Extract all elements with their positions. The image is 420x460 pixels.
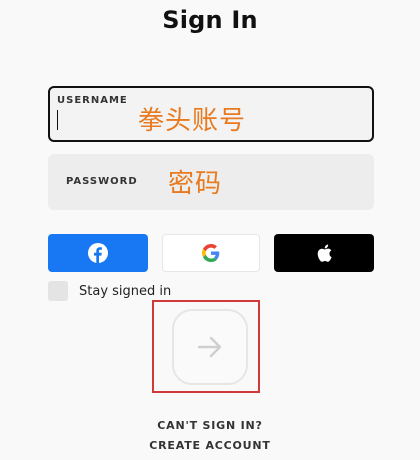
sign-in-submit-button[interactable] — [172, 309, 248, 385]
username-label: USERNAME — [57, 95, 128, 106]
page-title: Sign In — [162, 6, 258, 34]
text-caret — [57, 110, 58, 130]
sign-in-page: Sign In USERNAME 拳头账号 PASSWORD 密码 Stay s… — [0, 0, 420, 460]
cant-sign-in-link[interactable]: CAN'T SIGN IN? — [0, 419, 420, 432]
username-annotation: 拳头账号 — [138, 106, 247, 136]
stay-signed-in-label: Stay signed in — [79, 283, 172, 299]
password-field[interactable]: PASSWORD 密码 — [48, 154, 374, 210]
password-annotation: 密码 — [168, 169, 223, 199]
stay-signed-in-checkbox[interactable] — [48, 281, 68, 301]
apple-sign-in-button[interactable] — [274, 234, 374, 272]
username-field[interactable]: USERNAME 拳头账号 — [48, 86, 374, 142]
google-icon — [202, 244, 220, 262]
facebook-icon — [88, 243, 108, 263]
create-account-link[interactable]: CREATE ACCOUNT — [0, 439, 420, 452]
google-sign-in-button[interactable] — [162, 234, 260, 272]
password-label: PASSWORD — [66, 176, 138, 187]
facebook-sign-in-button[interactable] — [48, 234, 148, 272]
arrow-right-icon — [197, 336, 222, 358]
stay-signed-in[interactable]: Stay signed in — [48, 281, 171, 301]
apple-icon — [317, 244, 332, 262]
